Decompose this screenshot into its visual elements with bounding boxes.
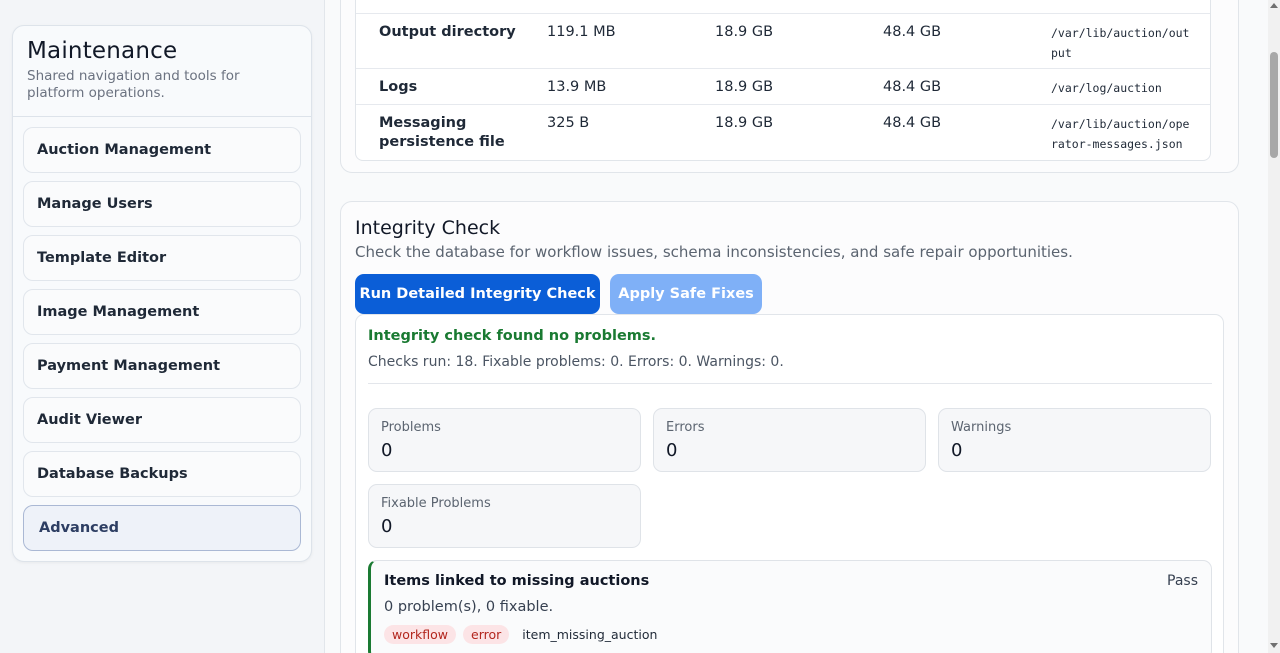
integrity-title: Integrity Check — [355, 217, 501, 239]
maintenance-nav: Maintenance Shared navigation and tools … — [12, 25, 312, 562]
page-scrollbar[interactable] — [1268, 0, 1280, 653]
nav-title: Maintenance — [27, 38, 178, 64]
row-free: 18.9 GB — [715, 115, 774, 131]
nav-item-payment-management[interactable]: Payment Management — [23, 343, 301, 389]
nav-item-template-editor[interactable]: Template Editor — [23, 235, 301, 281]
row-name: Logs — [379, 79, 418, 95]
tag-error: error — [463, 625, 510, 644]
table-row: Logs 13.9 MB 18.9 GB 48.4 GB /var/log/au… — [356, 69, 1210, 105]
row-total: 48.4 GB — [883, 115, 942, 131]
scroll-up-arrow-icon[interactable] — [1270, 3, 1278, 8]
tag-workflow: workflow — [384, 625, 456, 644]
row-name: Messaging persistence file — [379, 115, 505, 150]
check-code: item_missing_auction — [522, 627, 658, 642]
stat-fixable-problems: Fixable Problems 0 — [368, 484, 641, 548]
stat-errors: Errors 0 — [653, 408, 926, 472]
scroll-thumb[interactable] — [1270, 52, 1278, 158]
apply-safe-fixes-button[interactable]: Apply Safe Fixes — [610, 274, 762, 314]
storage-card: Output directory 119.1 MB 18.9 GB 48.4 G… — [340, 0, 1239, 173]
main-content: Output directory 119.1 MB 18.9 GB 48.4 G… — [324, 0, 1268, 653]
stat-label: Problems — [381, 420, 441, 435]
divider — [368, 383, 1212, 384]
table-row: Output directory 119.1 MB 18.9 GB 48.4 G… — [356, 14, 1210, 69]
result-headline: Integrity check found no problems. — [368, 328, 657, 344]
run-integrity-check-button[interactable]: Run Detailed Integrity Check — [355, 274, 600, 314]
stat-value: 0 — [381, 516, 393, 537]
nav-item-database-backups[interactable]: Database Backups — [23, 451, 301, 497]
result-summary: Checks run: 18. Fixable problems: 0. Err… — [368, 354, 784, 370]
row-total: 48.4 GB — [883, 79, 942, 95]
nav-item-image-management[interactable]: Image Management — [23, 289, 301, 335]
nav-subtitle: Shared navigation and tools for platform… — [27, 68, 240, 101]
check-count: 0 problem(s), 0 fixable. — [384, 599, 554, 615]
check-item: Items linked to missing auctions Pass 0 … — [368, 560, 1212, 653]
row-path: /var/log/auction — [1051, 81, 1162, 95]
row-used: 119.1 MB — [547, 24, 616, 40]
check-status: Pass — [1167, 573, 1198, 589]
nav-item-audit-viewer[interactable]: Audit Viewer — [23, 397, 301, 443]
stat-label: Warnings — [951, 420, 1012, 435]
nav-item-advanced[interactable]: Advanced — [23, 505, 301, 551]
stat-warnings: Warnings 0 — [938, 408, 1211, 472]
stat-value: 0 — [381, 440, 393, 461]
left-column: Maintenance Shared navigation and tools … — [0, 0, 324, 653]
row-path: /var/lib/auction/out put — [1051, 26, 1190, 60]
storage-table: Output directory 119.1 MB 18.9 GB 48.4 G… — [355, 0, 1211, 161]
scroll-down-arrow-icon[interactable] — [1270, 643, 1278, 648]
row-free: 18.9 GB — [715, 24, 774, 40]
table-row: Messaging persistence file 325 B 18.9 GB… — [356, 105, 1210, 160]
row-free: 18.9 GB — [715, 79, 774, 95]
row-name: Output directory — [379, 24, 516, 40]
stat-label: Errors — [666, 420, 705, 435]
table-row-partial — [356, 0, 1210, 14]
nav-header: Maintenance Shared navigation and tools … — [13, 26, 311, 117]
integrity-description: Check the database for workflow issues, … — [355, 243, 1073, 261]
stat-label: Fixable Problems — [381, 496, 491, 511]
stat-value: 0 — [951, 440, 963, 461]
row-used: 325 B — [547, 115, 590, 131]
integrity-result-panel: Integrity check found no problems. Check… — [355, 314, 1224, 653]
row-used: 13.9 MB — [547, 79, 607, 95]
stat-problems: Problems 0 — [368, 408, 641, 472]
integrity-check-card: Integrity Check Check the database for w… — [340, 201, 1239, 653]
nav-item-auction-management[interactable]: Auction Management — [23, 127, 301, 173]
row-total: 48.4 GB — [883, 24, 942, 40]
check-title: Items linked to missing auctions — [384, 573, 650, 589]
nav-item-manage-users[interactable]: Manage Users — [23, 181, 301, 227]
row-path: /var/lib/auction/ope rator-messages.json — [1051, 117, 1190, 151]
stat-value: 0 — [666, 440, 678, 461]
check-tags: workflow error item_missing_auction — [384, 625, 657, 644]
nav-list: Auction Management Manage Users Template… — [13, 117, 311, 551]
